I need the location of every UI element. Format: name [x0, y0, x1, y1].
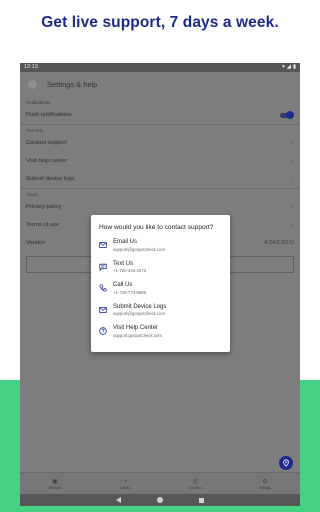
submit-device-logs-label: Submit device logs [26, 176, 75, 182]
chevron-right-icon: › [291, 175, 294, 183]
chevron-right-icon: › [291, 139, 294, 147]
chevron-right-icon: › [291, 221, 294, 229]
system-navigation-bar [20, 494, 300, 506]
option-sublabel: +1-720-773-6696 [113, 289, 147, 295]
page-title: Settings & help [47, 80, 98, 89]
app-bar: Settings & help [20, 72, 300, 97]
settings-icon: ⚙ [262, 478, 268, 485]
privacy-policy-label: Privacy policy [26, 204, 62, 210]
chevron-right-icon: › [291, 203, 294, 211]
contact-support-row[interactable]: Contact support › [20, 134, 300, 152]
system-back-icon[interactable] [116, 497, 121, 503]
option-sublabel: support.gospotcheck.com [113, 332, 162, 338]
submit-device-logs-row[interactable]: Submit device logs › [20, 170, 300, 188]
mail-icon [99, 242, 107, 248]
location-pin-icon [283, 459, 289, 467]
email-us-option[interactable]: Email Us support@gospotcheck.com [91, 239, 230, 261]
nav-label: Missions [48, 485, 62, 490]
contact-support-dialog: How would you like to contact support? E… [91, 215, 230, 352]
nav-label: Settings [259, 485, 271, 490]
help-circle-icon [99, 327, 107, 335]
status-bar: 12:13 ▾ ◢ ▮ [20, 63, 300, 72]
section-label-about: About [26, 192, 38, 197]
push-notifications-label: Push notifications [26, 112, 72, 118]
terms-of-use-label: Terms of use [26, 222, 60, 228]
visit-help-center-row[interactable]: Visit help center › [20, 152, 300, 170]
option-label: Email Us [113, 239, 138, 245]
system-home-icon[interactable] [157, 497, 163, 503]
dialog-title: How would you like to contact support? [99, 224, 214, 231]
mail-icon [99, 306, 107, 313]
submit-device-logs-option[interactable]: Submit Device Logs support@gospotcheck.c… [91, 304, 230, 326]
section-label-get-help: Get help [26, 128, 44, 133]
nav-journeys[interactable]: ◎ Journeys [170, 478, 220, 490]
nav-missions[interactable]: ▣ Missions [30, 478, 80, 490]
option-sublabel: support@gospotcheck.com [113, 246, 166, 252]
visit-help-center-option[interactable]: Visit Help Center support.gospotcheck.co… [91, 325, 230, 347]
version-value: 4.24.5 (515) [264, 240, 294, 246]
system-recents-icon[interactable] [199, 497, 204, 503]
option-label: Visit Help Center [113, 325, 158, 331]
option-sublabel: +1-720-444-4273 [113, 268, 147, 273]
nav-activity[interactable]: ◔ Activity [100, 478, 150, 490]
activity-icon: ◔ [123, 478, 127, 485]
signal-icon: ◢ [286, 64, 291, 70]
status-time: 12:13 [24, 64, 38, 70]
bottom-navigation: ▣ Missions ◔ Activity ◎ Journeys ⚙ Setti… [20, 472, 300, 494]
battery-icon: ▮ [292, 64, 296, 70]
option-label: Submit Device Logs [113, 303, 167, 310]
journeys-icon: ◎ [192, 478, 198, 485]
phone-icon [99, 284, 107, 292]
nav-settings[interactable]: ⚙ Settings [240, 478, 290, 490]
push-notifications-row[interactable]: Push notifications [20, 106, 300, 124]
text-us-option[interactable]: Text Us +1-720-444-4273 [91, 261, 230, 283]
option-label: Text Us [113, 260, 134, 267]
privacy-policy-row[interactable]: Privacy policy › [20, 198, 300, 216]
message-icon [99, 263, 107, 271]
option-label: Call Us [113, 282, 133, 288]
help-fab[interactable] [279, 456, 293, 470]
back-button[interactable] [28, 80, 37, 89]
nav-label: Journeys [188, 485, 202, 490]
option-sublabel: support@gospotcheck.com [113, 311, 166, 316]
visit-help-center-label: Visit help center [26, 158, 68, 164]
wifi-icon: ▾ [281, 64, 285, 70]
call-us-option[interactable]: Call Us +1-720-773-6696 [91, 282, 230, 304]
push-notifications-toggle[interactable] [280, 111, 294, 119]
headline: Get live support, 7 days a week. [41, 14, 279, 31]
contact-support-label: Contact support [26, 140, 67, 146]
version-label: Version [26, 240, 46, 246]
missions-icon: ▣ [52, 478, 58, 485]
nav-label: Activity [119, 485, 131, 490]
chevron-right-icon: › [291, 157, 294, 165]
section-label-notifications: Notifications [26, 100, 51, 105]
